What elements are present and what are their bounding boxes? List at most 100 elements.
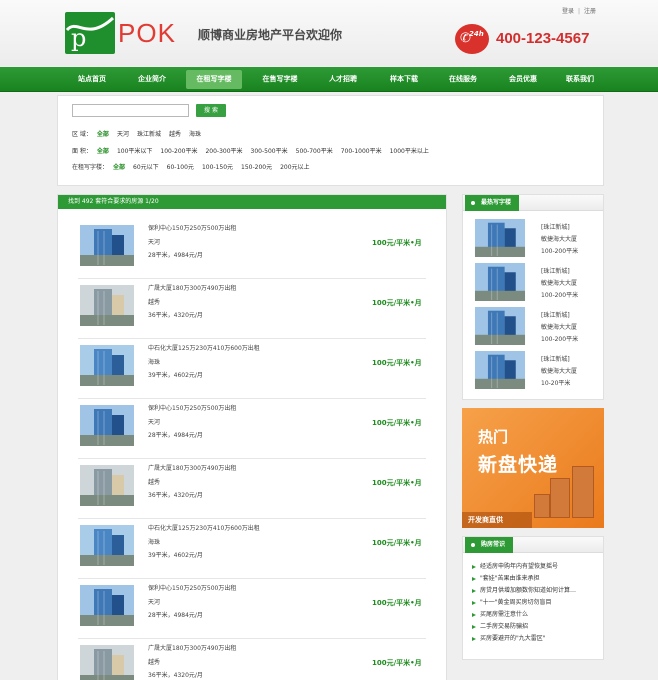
listing-photo[interactable] bbox=[80, 645, 134, 680]
filter-option[interactable]: 700-1000平米 bbox=[341, 148, 382, 155]
hot-office-item[interactable]: [珠江新城] 敏捷海大大厦 100-200平米 bbox=[469, 263, 599, 303]
login-link[interactable]: 登录 bbox=[562, 8, 574, 15]
filter-option[interactable]: 500-700平米 bbox=[296, 148, 333, 155]
filter-label: 在租写字楼： bbox=[72, 164, 109, 171]
filter-option-selected[interactable]: 全部 bbox=[113, 164, 125, 171]
filter-option[interactable]: 100-200平米 bbox=[160, 148, 197, 155]
banner-tag: 开发商直供 bbox=[462, 512, 532, 528]
filter-label: 面 积： bbox=[72, 148, 92, 155]
tip-item[interactable]: 房贷月供增加额数你知道如何计算… bbox=[471, 585, 601, 597]
tip-link[interactable]: 买尾房需注意什么 bbox=[480, 611, 528, 618]
listing-title[interactable]: 保利中心150万250万500万出租 bbox=[148, 403, 236, 412]
hot-office-item[interactable]: [珠江新城] 敏捷海大大厦 10-20平米 bbox=[469, 351, 599, 391]
listing-row[interactable]: 保利中心150万250万500万出租 天河 28平米，4984元/月 100元/平米•… bbox=[78, 397, 426, 459]
hot-office-name[interactable]: 敏捷海大大厦 bbox=[541, 278, 577, 287]
logo-mark[interactable]: p bbox=[65, 12, 115, 54]
hot-offices-tab: 最热写字楼 bbox=[465, 195, 520, 211]
listing-title[interactable]: 保利中心150万250万500万出租 bbox=[148, 223, 236, 232]
listing-row[interactable]: 保利中心150万250万500万出租 天河 28平米，4984元/月 100元/平米•… bbox=[78, 577, 426, 639]
hot-office-size: 100-200平米 bbox=[541, 248, 579, 255]
listing-district: 海珠 bbox=[148, 539, 161, 546]
filter-option[interactable]: 200元以上 bbox=[280, 164, 309, 171]
filter-option[interactable]: 越秀 bbox=[169, 131, 181, 138]
tip-link[interactable]: 二手房交易防骗招 bbox=[480, 623, 528, 630]
nav-downloads[interactable]: 样本下载 bbox=[376, 67, 432, 92]
nav-about[interactable]: 企业简介 bbox=[122, 67, 182, 92]
listing-row[interactable]: 广晟大厦180万300万490万出租 越秀 36平米，4320元/月 100元/平米•… bbox=[78, 457, 426, 519]
listing-district: 天河 bbox=[148, 599, 161, 606]
listing-photo[interactable] bbox=[80, 285, 134, 326]
listing-title[interactable]: 广晟大厦180万300万490万出租 bbox=[148, 463, 236, 472]
nav-online-service[interactable]: 在线服务 bbox=[436, 67, 490, 92]
hot-office-photo[interactable] bbox=[469, 351, 531, 389]
banner-building bbox=[534, 494, 550, 518]
listing-row[interactable]: 广晟大厦180万300万490万出租 越秀 36平米，4320元/月 100元/平米•… bbox=[78, 277, 426, 339]
filter-option[interactable]: 100平米以下 bbox=[117, 148, 152, 155]
filter-option[interactable]: 200-300平米 bbox=[205, 148, 242, 155]
listing-photo[interactable] bbox=[80, 345, 134, 386]
hot-office-area: [珠江新城] bbox=[541, 356, 570, 363]
hot-office-photo[interactable] bbox=[469, 263, 531, 301]
tip-item[interactable]: 买尾房需注意什么 bbox=[471, 609, 601, 621]
buying-tips-list: 经适房申购年内有望恢复摇号 "套娃"苦果由谁来承担房贷月供增加额数你知道如何计算…… bbox=[471, 561, 601, 645]
filter-option[interactable]: 150-200元 bbox=[241, 164, 272, 171]
tip-item[interactable]: 经适房申购年内有望恢复摇号 bbox=[471, 561, 601, 573]
search-input[interactable] bbox=[72, 104, 189, 117]
listing-title[interactable]: 广晟大厦180万300万490万出租 bbox=[148, 643, 236, 652]
tip-link[interactable]: 房贷月供增加额数你知道如何计算… bbox=[480, 587, 576, 594]
nav-home[interactable]: 站点首页 bbox=[64, 67, 120, 92]
filter-option[interactable]: 海珠 bbox=[189, 131, 201, 138]
filter-option[interactable]: 60元以下 bbox=[133, 164, 159, 171]
listing-photo[interactable] bbox=[80, 225, 134, 266]
filter-option[interactable]: 1000平米以上 bbox=[390, 148, 429, 155]
hot-office-name[interactable]: 敏捷海大大厦 bbox=[541, 366, 577, 375]
listing-title[interactable]: 保利中心150万250万500万出租 bbox=[148, 583, 236, 592]
filter-option[interactable]: 60-100元 bbox=[167, 164, 194, 171]
hot-offices-title: 最热写字楼 bbox=[481, 199, 512, 206]
nav-contact[interactable]: 联系我们 bbox=[554, 67, 606, 92]
arrow-bullet-icon bbox=[472, 577, 476, 581]
nav-jobs[interactable]: 人才招聘 bbox=[316, 67, 370, 92]
listing-title[interactable]: 中石化大厦125万230万410万600万出租 bbox=[148, 523, 260, 532]
tip-link[interactable]: "十一"黄金周买房切勿盲目 bbox=[480, 599, 552, 606]
listing-size: 39平米，4602元/月 bbox=[148, 552, 203, 559]
hot-offices-panel: 最热写字楼 [珠江新城] 敏捷海大大厦 100-200平米 [珠江新城] 敏捷海大大厦 1… bbox=[462, 194, 604, 400]
listing-row[interactable]: 保利中心150万250万500万出租 天河 28平米，4984元/月 100元/平米•… bbox=[78, 217, 426, 279]
filter-option[interactable]: 100-150元 bbox=[202, 164, 233, 171]
listing-row[interactable]: 中石化大厦125万230万410万600万出租 海珠 39平米，4602元/月 100… bbox=[78, 337, 426, 399]
listing-photo[interactable] bbox=[80, 585, 134, 626]
nav-member-offers[interactable]: 会员优惠 bbox=[496, 67, 550, 92]
tip-item[interactable]: "十一"黄金周买房切勿盲目 bbox=[471, 597, 601, 609]
listing-title[interactable]: 中石化大厦125万230万410万600万出租 bbox=[148, 343, 260, 352]
tip-link[interactable]: 经适房申购年内有望恢复摇号 bbox=[480, 563, 558, 570]
hot-office-photo[interactable] bbox=[469, 307, 531, 345]
listing-photo[interactable] bbox=[80, 465, 134, 506]
new-listings-banner[interactable]: 热门 新盘快递 开发商直供 bbox=[462, 408, 604, 528]
nav-rent-offices[interactable]: 在租写字楼 bbox=[186, 70, 242, 89]
hot-office-name[interactable]: 敏捷海大大厦 bbox=[541, 322, 577, 331]
filter-option-selected[interactable]: 全部 bbox=[97, 131, 109, 138]
listing-photo[interactable] bbox=[80, 525, 134, 566]
hot-office-item[interactable]: [珠江新城] 敏捷海大大厦 100-200平米 bbox=[469, 307, 599, 347]
listing-photo[interactable] bbox=[80, 405, 134, 446]
filter-option[interactable]: 天河 bbox=[117, 131, 129, 138]
listing-row[interactable]: 广晟大厦180万300万490万出租 越秀 36平米，4320元/月 100元/平米•… bbox=[78, 637, 426, 680]
tip-item[interactable]: 买房要避开的"九大雷区" bbox=[471, 633, 601, 645]
hot-office-photo[interactable] bbox=[469, 219, 531, 257]
logo-text[interactable]: POK bbox=[118, 19, 176, 47]
filter-option-selected[interactable]: 全部 bbox=[97, 148, 109, 155]
search-button[interactable]: 搜 索 bbox=[196, 104, 226, 117]
tip-item[interactable]: 二手房交易防骗招 bbox=[471, 621, 601, 633]
tip-link[interactable]: 买房要避开的"九大雷区" bbox=[480, 635, 546, 642]
tip-link[interactable]: "套娃"苦果由谁来承担 bbox=[480, 575, 540, 582]
nav-sale-offices[interactable]: 在售写字楼 bbox=[252, 67, 308, 92]
listing-title[interactable]: 广晟大厦180万300万490万出租 bbox=[148, 283, 236, 292]
filter-option[interactable]: 珠江新城 bbox=[137, 131, 161, 138]
hot-office-name[interactable]: 敏捷海大大厦 bbox=[541, 234, 577, 243]
filter-option[interactable]: 300-500平米 bbox=[251, 148, 288, 155]
listing-price: 100元/平米•月 bbox=[372, 479, 422, 487]
hot-office-item[interactable]: [珠江新城] 敏捷海大大厦 100-200平米 bbox=[469, 219, 599, 259]
tip-item[interactable]: "套娃"苦果由谁来承担 bbox=[471, 573, 601, 585]
listing-row[interactable]: 中石化大厦125万230万410万600万出租 海珠 39平米，4602元/月 100… bbox=[78, 517, 426, 579]
register-link[interactable]: 注册 bbox=[584, 8, 596, 15]
